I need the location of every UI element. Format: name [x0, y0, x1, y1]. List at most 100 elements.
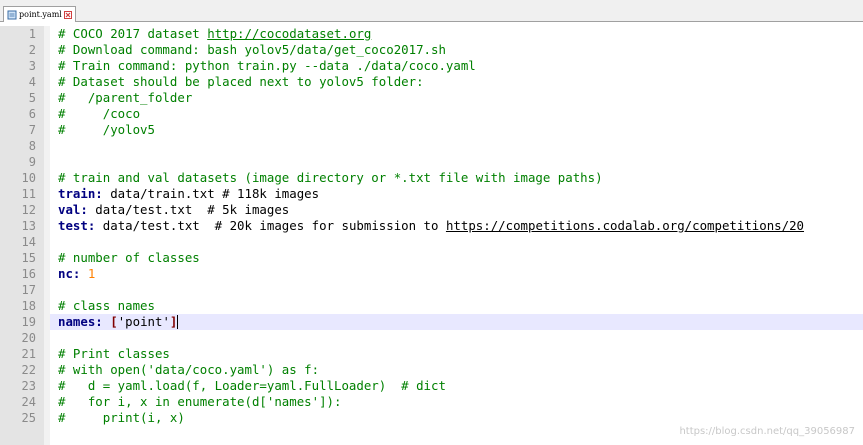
- line-number: 15: [21, 251, 36, 265]
- file-icon: [7, 10, 17, 19]
- code-line[interactable]: 17: [0, 282, 863, 298]
- code-token: # /yolov5: [58, 122, 155, 137]
- line-number: 10: [21, 171, 36, 185]
- code-line[interactable]: 19 names: ['point']: [0, 314, 863, 330]
- code-line[interactable]: 25 # print(i, x): [0, 410, 863, 426]
- line-text[interactable]: # number of classes: [50, 250, 863, 266]
- code-line[interactable]: 2 # Download command: bash yolov5/data/ge…: [0, 42, 863, 58]
- code-line[interactable]: 20: [0, 330, 863, 346]
- line-number: 5: [28, 91, 36, 105]
- text-caret: [177, 315, 179, 329]
- close-icon[interactable]: [63, 10, 72, 19]
- code-token: # d = yaml.load(f, Loader=yaml.FullLoade…: [58, 378, 446, 393]
- code-token: names:: [58, 314, 103, 329]
- line-text[interactable]: # Dataset should be placed next to yolov…: [50, 74, 863, 90]
- code-line[interactable]: 14: [0, 234, 863, 250]
- line-text[interactable]: # d = yaml.load(f, Loader=yaml.FullLoade…: [50, 378, 863, 394]
- line-number: 1: [28, 27, 36, 41]
- code-line[interactable]: 10 # train and val datasets (image direct…: [0, 170, 863, 186]
- line-text[interactable]: # Train command: python train.py --data …: [50, 58, 863, 74]
- code-line[interactable]: 1 # COCO 2017 dataset http://cocodataset.…: [0, 26, 863, 42]
- code-token: # Dataset should be placed next to yolov…: [58, 74, 424, 89]
- line-text[interactable]: val: data/test.txt # 5k images: [50, 202, 863, 218]
- code-line[interactable]: 22 # with open('data/coco.yaml') as f:: [0, 362, 863, 378]
- line-text[interactable]: test: data/test.txt # 20k images for sub…: [50, 218, 863, 234]
- code-line[interactable]: 7 # /yolov5: [0, 122, 863, 138]
- code-line[interactable]: 8: [0, 138, 863, 154]
- code-token: [: [110, 314, 118, 329]
- line-text[interactable]: # train and val datasets (image director…: [50, 170, 863, 186]
- code-line[interactable]: 12 val: data/test.txt # 5k images: [0, 202, 863, 218]
- line-text[interactable]: [50, 154, 863, 170]
- code-token: # COCO 2017 dataset: [58, 26, 208, 41]
- code-token: # with open('data/coco.yaml') as f:: [58, 362, 320, 377]
- line-number: 7: [28, 123, 36, 137]
- line-number: 9: [28, 155, 36, 169]
- code-line[interactable]: 23 # d = yaml.load(f, Loader=yaml.FullLoa…: [0, 378, 863, 394]
- line-text[interactable]: names: ['point']: [50, 314, 863, 330]
- code-token: # /parent_folder: [58, 90, 193, 105]
- line-text[interactable]: # COCO 2017 dataset http://cocodataset.o…: [50, 26, 863, 42]
- line-text[interactable]: # /coco: [50, 106, 863, 122]
- line-number: 16: [21, 267, 36, 281]
- code-line[interactable]: 24 # for i, x in enumerate(d['names']):: [0, 394, 863, 410]
- code-line[interactable]: 15 # number of classes: [0, 250, 863, 266]
- line-text[interactable]: # Print classes: [50, 346, 863, 362]
- line-text[interactable]: # Download command: bash yolov5/data/get…: [50, 42, 863, 58]
- line-number: 2: [28, 43, 36, 57]
- line-number: 19: [21, 315, 36, 329]
- line-number: 24: [21, 395, 36, 409]
- line-text[interactable]: [50, 234, 863, 250]
- code-token: test:: [58, 218, 96, 233]
- line-text[interactable]: # /yolov5: [50, 122, 863, 138]
- tab-point-yaml[interactable]: point.yaml: [3, 6, 76, 22]
- code-token: data/train.txt # 118k images: [102, 186, 320, 201]
- line-number: 11: [21, 187, 36, 201]
- line-number: 13: [21, 219, 36, 233]
- code-token: # number of classes: [58, 250, 200, 265]
- line-number: 23: [21, 379, 36, 393]
- line-text[interactable]: [50, 330, 863, 346]
- line-number: 21: [21, 347, 36, 361]
- code-line[interactable]: 11 train: data/train.txt # 118k images: [0, 186, 863, 202]
- code-line[interactable]: 3 # Train command: python train.py --data…: [0, 58, 863, 74]
- line-number: 22: [21, 363, 36, 377]
- tab-label: point.yaml: [19, 9, 62, 19]
- line-number: 25: [21, 411, 36, 425]
- code-line[interactable]: 4 # Dataset should be placed next to yolo…: [0, 74, 863, 90]
- code-token: ]: [169, 314, 178, 329]
- code-editor[interactable]: 1 # COCO 2017 dataset http://cocodataset.…: [0, 26, 863, 445]
- tab-bar: point.yaml: [0, 0, 863, 22]
- code-token: # /coco: [58, 106, 141, 121]
- code-line[interactable]: 9: [0, 154, 863, 170]
- line-number: 20: [21, 331, 36, 345]
- line-number: 17: [21, 283, 36, 297]
- line-text[interactable]: # print(i, x): [50, 410, 863, 426]
- line-text[interactable]: nc: 1: [50, 266, 863, 282]
- code-line[interactable]: 5 # /parent_folder: [0, 90, 863, 106]
- line-text[interactable]: # /parent_folder: [50, 90, 863, 106]
- code-token: val:: [58, 202, 88, 217]
- code-token: 'point': [117, 314, 170, 329]
- line-text[interactable]: [50, 282, 863, 298]
- code-line[interactable]: 13 test: data/test.txt # 20k images for s…: [0, 218, 863, 234]
- code-token: # class names: [58, 298, 155, 313]
- line-number: 6: [28, 107, 36, 121]
- line-number: 12: [21, 203, 36, 217]
- code-line[interactable]: 6 # /coco: [0, 106, 863, 122]
- line-text[interactable]: train: data/train.txt # 118k images: [50, 186, 863, 202]
- line-text[interactable]: # class names: [50, 298, 863, 314]
- code-token: # Print classes: [58, 346, 170, 361]
- line-text[interactable]: # with open('data/coco.yaml') as f:: [50, 362, 863, 378]
- code-token: train:: [58, 186, 103, 201]
- code-line[interactable]: 21 # Print classes: [0, 346, 863, 362]
- code-token: https://competitions.codalab.org/competi…: [445, 218, 805, 233]
- code-line[interactable]: 18 # class names: [0, 298, 863, 314]
- line-text[interactable]: # for i, x in enumerate(d['names']):: [50, 394, 863, 410]
- watermark: https://blog.csdn.net/qq_39056987: [679, 426, 855, 437]
- code-token: # Download command: bash yolov5/data/get…: [58, 42, 446, 57]
- code-token: # print(i, x): [58, 410, 185, 425]
- line-number: 3: [28, 59, 36, 73]
- code-line[interactable]: 16 nc: 1: [0, 266, 863, 282]
- line-text[interactable]: [50, 138, 863, 154]
